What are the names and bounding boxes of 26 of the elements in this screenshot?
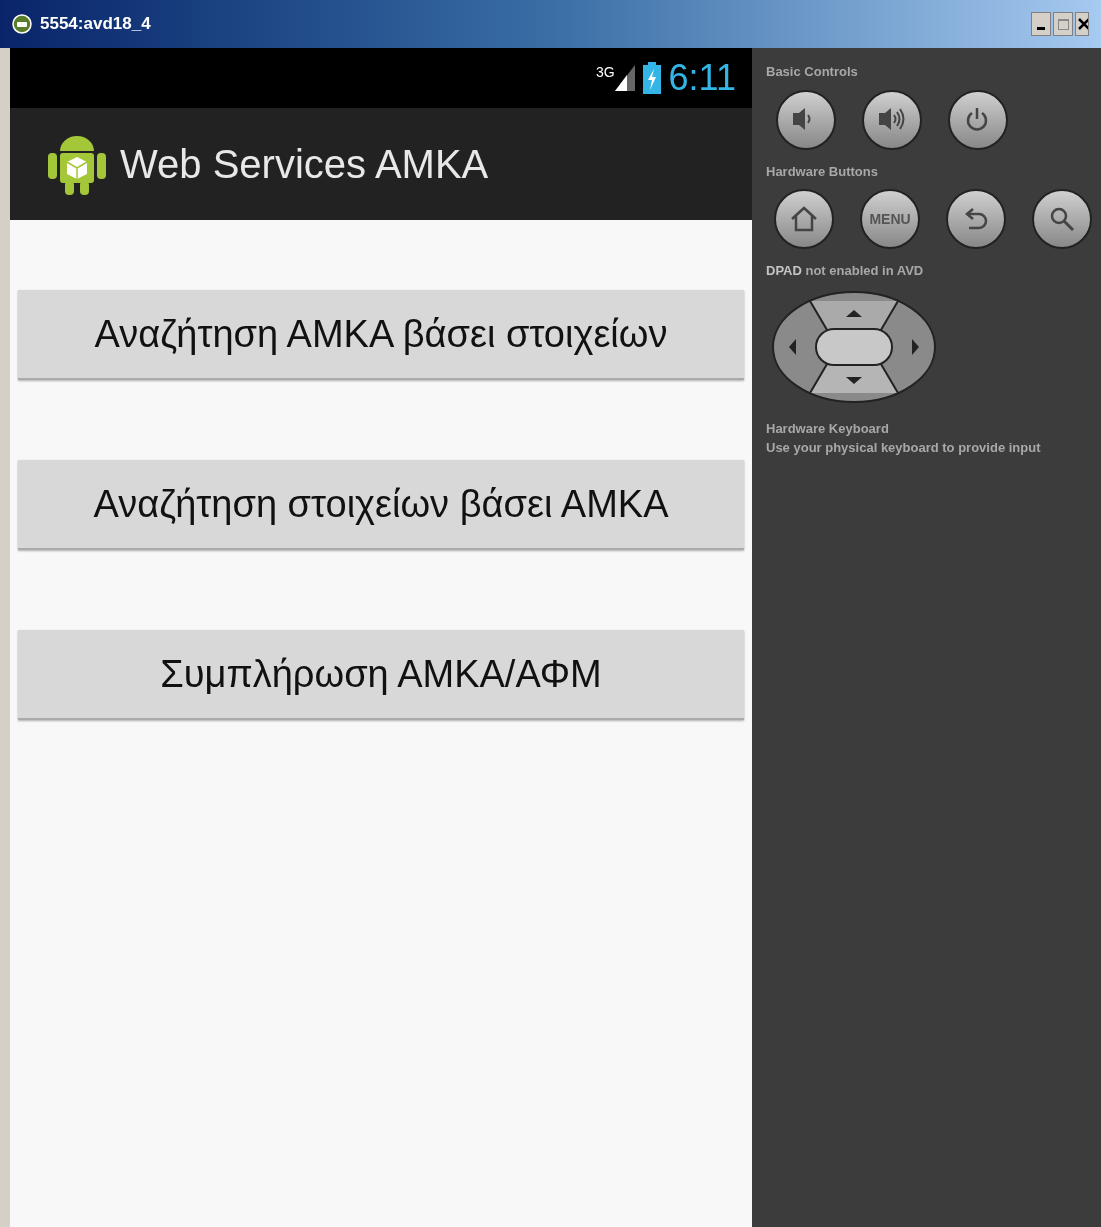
dpad-note: DPAD not enabled in AVD — [766, 262, 925, 280]
back-arrow-icon — [963, 206, 989, 232]
emulator-icon — [12, 14, 32, 34]
app-title: Web Services AMKA — [120, 141, 489, 188]
menu-button[interactable]: Συμπλήρωση ΑΜΚΑ/ΑΦΜ — [18, 630, 744, 720]
menu-button[interactable]: Αναζήτηση ΑΜΚΑ βάσει στοιχείων — [18, 290, 744, 380]
hardware-button[interactable] — [946, 189, 1006, 249]
hardware-button[interactable] — [1032, 189, 1092, 249]
dpad[interactable] — [772, 290, 936, 403]
minimize-button[interactable] — [1031, 12, 1051, 36]
network-type: 3G — [595, 65, 615, 79]
android-robot-icon — [48, 133, 106, 195]
house-icon — [791, 206, 817, 232]
search-icon — [1049, 206, 1075, 232]
signal-icon — [614, 65, 635, 91]
section-label: Hardware Buttons — [766, 162, 879, 181]
volume-up-icon — [879, 106, 905, 133]
window-title: 5554:avd18_4 — [40, 13, 151, 36]
keyboard-hint: Use your physical keyboard to provide input — [766, 439, 1042, 457]
close-button[interactable] — [1075, 12, 1089, 36]
keyboard-heading: Hardware Keyboard — [766, 419, 890, 438]
battery-icon — [642, 62, 661, 94]
section-label: Basic Controls — [766, 63, 859, 81]
menu-button[interactable]: Αναζήτηση στοιχείων βάσει ΑΜΚΑ — [18, 460, 744, 550]
hardware-button[interactable] — [774, 189, 834, 249]
clock: 6:11 — [668, 60, 736, 96]
